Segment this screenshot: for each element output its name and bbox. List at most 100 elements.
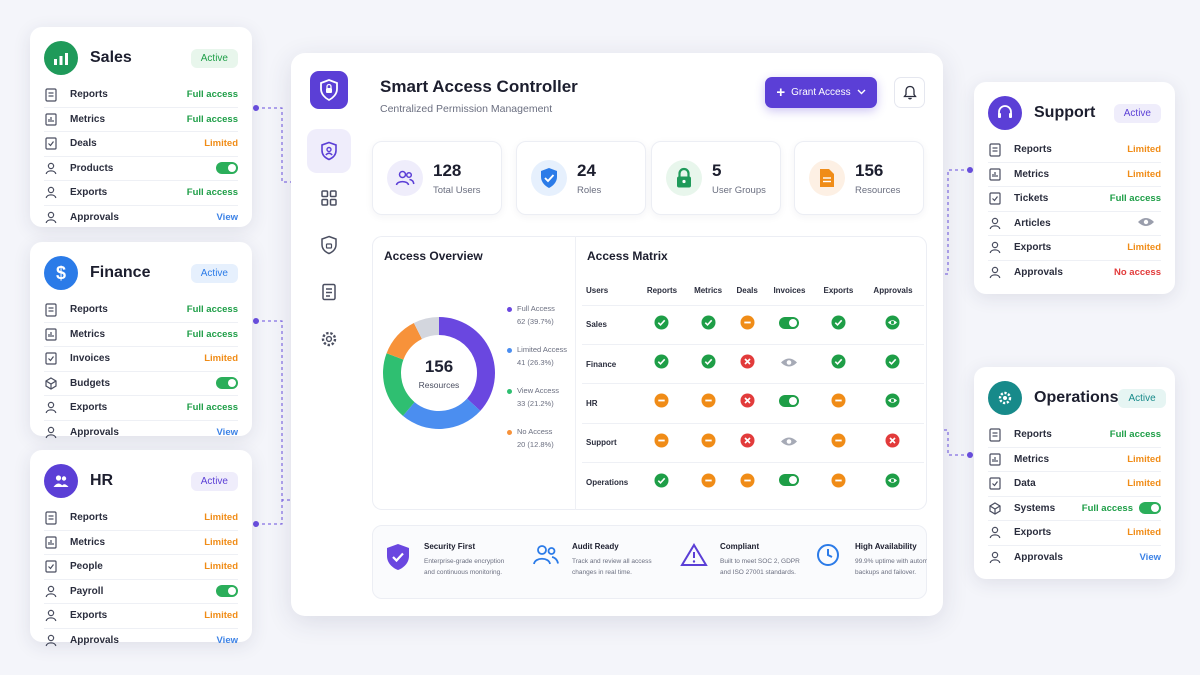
users-icon [387,160,423,196]
nav-shield-icon[interactable] [307,129,351,173]
permission-value[interactable]: View [1140,552,1161,563]
operations-card[interactable]: Operations Active Reports Full access Metr… [974,367,1175,579]
matrix-cell[interactable] [814,343,862,384]
permission-row-exports[interactable]: Exports Limited [988,521,1161,546]
matrix-cell[interactable] [764,462,815,502]
check-icon [701,315,716,335]
matrix-cell[interactable] [861,343,924,384]
matrix-cell[interactable] [730,422,765,463]
nav-grid-icon[interactable] [307,176,351,220]
permission-row-metrics[interactable]: Metrics Full access [44,323,238,347]
box-icon [988,501,1002,515]
permission-row-invoices[interactable]: Invoices Limited [44,347,238,372]
matrix-cell[interactable] [638,304,686,345]
grant-access-button[interactable]: + Grant Access [765,77,877,108]
permission-value[interactable]: View [217,635,238,646]
permission-row-articles[interactable]: Articles [988,212,1161,236]
minus-icon [701,393,716,413]
permission-row-exports[interactable]: Exports Limited [988,236,1161,261]
permission-row-people[interactable]: People Limited [44,555,238,580]
matrix-cell[interactable] [764,383,815,424]
permission-row-budgets[interactable]: Budgets [44,372,238,396]
permission-toggle[interactable] [216,377,238,390]
matrix-cell[interactable] [638,462,686,502]
permission-row-deals[interactable]: Deals Limited [44,132,238,157]
permission-row-reports[interactable]: Reports Full access [988,423,1161,448]
donut-slice-limited-access [402,398,481,429]
check-icon [654,473,669,493]
hr-card[interactable]: HR Active Reports Limited Metrics Limited Pe… [30,450,252,647]
matrix-cell[interactable] [685,304,731,345]
matrix-cell[interactable] [764,422,815,463]
permission-toggle[interactable] [1139,502,1161,515]
stat-value: 128 [433,160,462,180]
permission-row-approvals[interactable]: Approvals No access [988,261,1161,286]
nav-settings-icon[interactable] [307,317,351,361]
report-icon [988,428,1002,442]
matrix-cell[interactable] [861,462,924,502]
permission-row-approvals[interactable]: Approvals View [44,629,238,654]
permission-row-reports[interactable]: Reports Limited [988,138,1161,163]
permission-value[interactable]: View [217,212,238,223]
finance-card[interactable]: $ Finance Active Reports Full access Metri… [30,242,252,439]
matrix-row-label: HR [582,383,638,424]
notification-button[interactable] [894,77,925,108]
permission-label: Reports [1014,144,1052,156]
permission-row-approvals[interactable]: Approvals View [988,546,1161,571]
permission-row-exports[interactable]: Exports Full access [44,396,238,421]
minus-icon [701,433,716,453]
matrix-cell[interactable] [861,304,924,345]
permission-row-data[interactable]: Data Limited [988,472,1161,497]
permission-toggle[interactable] [216,162,238,175]
matrix-cell[interactable] [861,383,924,424]
matrix-cell[interactable] [764,304,815,345]
app-logo-icon[interactable] [310,71,348,109]
permission-row-products[interactable]: Products [44,157,238,181]
permission-toggle[interactable] [216,585,238,598]
matrix-cell[interactable] [814,422,862,463]
user-icon [44,161,58,175]
matrix-cell[interactable] [861,422,924,463]
support-card[interactable]: Support Active Reports Limited Metrics Limi… [974,82,1175,294]
permission-row-systems[interactable]: Systems Full access [988,497,1161,521]
permission-row-exports[interactable]: Exports Limited [44,604,238,629]
permission-row-metrics[interactable]: Metrics Limited [44,531,238,555]
matrix-cell[interactable] [730,304,765,345]
permission-row-approvals[interactable]: Approvals View [44,206,238,231]
permission-row-payroll[interactable]: Payroll [44,580,238,604]
permission-row-approvals[interactable]: Approvals View [44,421,238,446]
matrix-cell[interactable] [638,343,686,384]
matrix-cell[interactable] [764,343,815,384]
permission-row-reports[interactable]: Reports Full access [44,83,238,108]
permission-row-reports[interactable]: Reports Full access [44,298,238,323]
matrix-cell[interactable] [638,422,686,463]
user-icon [44,609,58,623]
permission-row-exports[interactable]: Exports Full access [44,181,238,206]
matrix-cell[interactable] [685,462,731,502]
eye-icon[interactable] [1137,217,1155,230]
permission-value[interactable]: View [217,427,238,438]
matrix-cell[interactable] [814,462,862,502]
nav-report-icon[interactable] [307,270,351,314]
headset-icon [988,96,1022,130]
permission-row-reports[interactable]: Reports Limited [44,506,238,531]
permission-label: Approvals [70,635,119,647]
permission-row-tickets[interactable]: Tickets Full access [988,187,1161,212]
clock-icon [815,542,845,600]
legend-swatch [507,347,512,353]
matrix-cell[interactable] [685,343,731,384]
permission-row-metrics[interactable]: Metrics Limited [988,448,1161,472]
matrix-cell[interactable] [814,383,862,424]
matrix-cell[interactable] [638,383,686,424]
sales-card[interactable]: Sales Active Reports Full access Metrics Fu… [30,27,252,227]
matrix-cell[interactable] [730,462,765,502]
matrix-cell[interactable] [730,343,765,384]
matrix-cell[interactable] [685,422,731,463]
matrix-cell[interactable] [685,383,731,424]
permission-row-metrics[interactable]: Metrics Full access [44,108,238,132]
permission-row-metrics[interactable]: Metrics Limited [988,163,1161,187]
nav-shield-lock-icon[interactable] [307,223,351,267]
toggle-icon [779,394,800,412]
matrix-cell[interactable] [814,304,862,345]
matrix-cell[interactable] [730,383,765,424]
